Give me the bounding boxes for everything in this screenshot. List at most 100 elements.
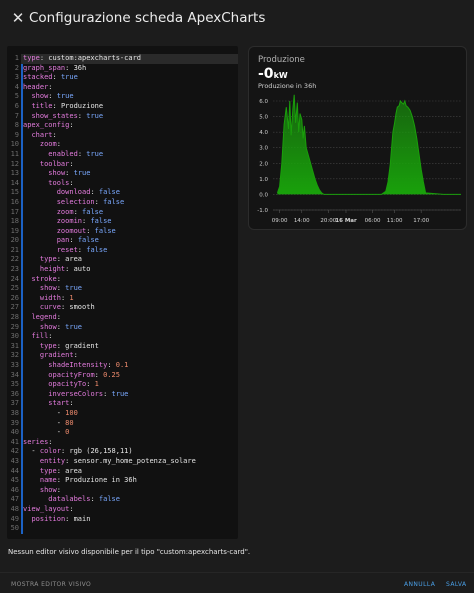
line-number: 19 xyxy=(10,226,19,235)
code-token: : smooth xyxy=(60,303,95,312)
code-text: - 100 xyxy=(23,409,78,419)
code-token: graph_span xyxy=(23,63,66,72)
code-token: false xyxy=(98,495,120,504)
line-number: 7 xyxy=(14,111,19,120)
code-token: : area xyxy=(56,466,83,475)
code-token: : xyxy=(86,226,95,235)
code-line: 43 entity: sensor.my_home_potenza_solare xyxy=(7,457,238,467)
code-text: show: true xyxy=(23,284,82,294)
code-token: : xyxy=(73,351,78,360)
y-tick-label: -1.0 xyxy=(257,208,268,214)
line-number: 6 xyxy=(14,101,19,110)
code-text: entity: sensor.my_home_potenza_solare xyxy=(23,457,196,467)
code-line: 2 graph_span: 36h xyxy=(7,64,238,74)
line-number: 38 xyxy=(10,408,19,417)
code-token: height xyxy=(39,265,66,274)
y-tick-label: 3.0 xyxy=(259,146,268,152)
line-number: 24 xyxy=(10,274,19,283)
code-token: 1 xyxy=(69,293,74,302)
line-number: 30 xyxy=(10,332,19,341)
code-line: 20 pan: false xyxy=(7,236,238,246)
code-line: 12 toolbar: xyxy=(7,160,238,170)
code-line: 7 show_states: true xyxy=(7,112,238,122)
code-text: opacityTo: 1 xyxy=(23,380,99,390)
code-token: title xyxy=(31,101,53,110)
x-tick-label: 20:00 xyxy=(320,218,336,224)
code-text: shadeIntensity: 0.1 xyxy=(23,361,128,371)
code-line: 15 download: false xyxy=(7,188,238,198)
code-token: legend xyxy=(31,313,57,322)
code-text: zoomout: false xyxy=(23,227,116,237)
series-area xyxy=(277,94,461,195)
code-line: 8 apex_config: xyxy=(7,121,238,131)
line-number: 43 xyxy=(10,456,19,465)
code-line: 14 tools: xyxy=(7,179,238,189)
code-token: true xyxy=(73,169,91,178)
code-text: graph_span: 36h xyxy=(23,64,86,74)
code-token: inverseColors xyxy=(48,389,104,398)
code-token: download xyxy=(56,188,91,197)
x-tick-label: 14:00 xyxy=(294,218,310,224)
code-token: : rgb (26,158,11) xyxy=(60,447,133,456)
code-token: : xyxy=(103,389,112,398)
code-text: show_states: true xyxy=(23,112,103,122)
code-line: 19 zoomout: false xyxy=(7,227,238,237)
code-token: opacityTo xyxy=(48,380,87,389)
code-line: 37 start: xyxy=(7,399,238,409)
code-text: opacityFrom: 0.25 xyxy=(23,371,120,381)
code-token: true xyxy=(56,92,74,101)
code-text: type: custom:apexcharts-card xyxy=(23,54,141,64)
cancel-button[interactable]: ANNULLA xyxy=(404,581,435,588)
code-token: : xyxy=(69,399,74,408)
line-number: 28 xyxy=(10,313,19,322)
x-tick-label: 11:00 xyxy=(387,218,403,224)
code-line: 23 height: auto xyxy=(7,265,238,275)
production-area-chart[interactable]: 6.0 5.0 4.0 3.0 2.0 1.0 0.0 -1.0 09:00 14:00 20:00… xyxy=(249,47,468,231)
code-line: 40 - 0 xyxy=(7,428,238,438)
code-line: 9 chart: xyxy=(7,131,238,141)
code-token: false xyxy=(82,207,104,216)
line-number: 31 xyxy=(10,341,19,350)
code-token: : gradient xyxy=(56,341,99,350)
line-number: 40 xyxy=(10,428,19,437)
code-token: : xyxy=(69,504,74,513)
code-text: toolbar: xyxy=(23,160,74,170)
code-line: 49 position: main xyxy=(7,515,238,525)
code-token: 80 xyxy=(65,418,74,427)
code-token: : xyxy=(65,169,74,178)
code-token: pan xyxy=(56,236,70,245)
code-text: - 0 xyxy=(23,428,70,438)
code-text: series: xyxy=(23,438,53,448)
code-token: : xyxy=(56,313,61,322)
y-tick-label: 5.0 xyxy=(259,115,268,121)
line-number: 37 xyxy=(10,399,19,408)
code-token: : xyxy=(69,236,78,245)
y-tick-label: 6.0 xyxy=(259,99,268,105)
x-tick-label: 06:00 xyxy=(365,218,381,224)
line-number: 8 xyxy=(14,121,19,130)
yaml-code-editor[interactable]: 1 type: custom:apexcharts-card 2 graph_span… xyxy=(7,46,238,539)
code-line: 46 show: xyxy=(7,486,238,496)
code-text: legend: xyxy=(23,313,61,323)
code-line: 33 shadeIntensity: 0.1 xyxy=(7,361,238,371)
code-line: 34 opacityFrom: 0.25 xyxy=(7,371,238,381)
code-text: fill: xyxy=(23,332,52,342)
line-number: 39 xyxy=(10,418,19,427)
code-token: fill xyxy=(31,332,49,341)
code-token: : xyxy=(77,111,87,120)
code-line: 35 opacityTo: 1 xyxy=(7,380,238,390)
show-visual-editor-button[interactable]: MOSTRA EDITOR VISIVO xyxy=(11,581,91,588)
save-button[interactable]: SALVA xyxy=(446,581,467,588)
x-tick-label: 16 Mar xyxy=(335,218,357,224)
line-number: 5 xyxy=(14,92,19,101)
code-token: false xyxy=(103,197,125,206)
code-token: : area xyxy=(56,255,83,264)
code-token: : xyxy=(48,437,53,446)
